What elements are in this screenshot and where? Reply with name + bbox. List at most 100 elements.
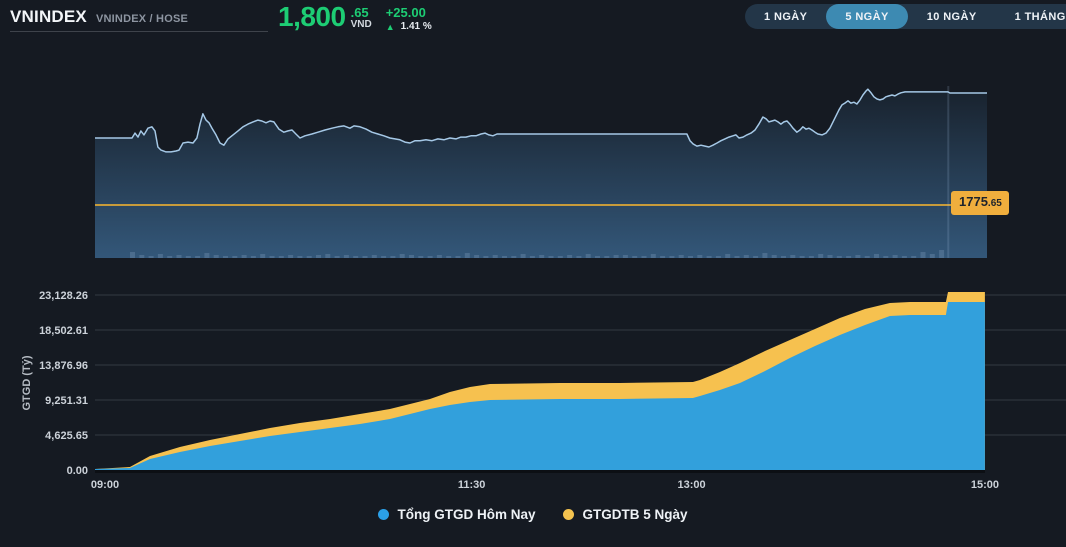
blue-dot-icon — [378, 509, 390, 520]
volume-tick-bar — [269, 256, 275, 258]
volume-tick-bar — [846, 256, 852, 258]
volume-tick-bar — [167, 256, 173, 258]
y-tick-label: 4,625.65 — [45, 430, 88, 442]
volume-tick-bar — [678, 255, 684, 258]
reference-price-int: 1775 — [959, 194, 988, 209]
volume-tick-bar — [502, 256, 507, 258]
volume-tick-bar — [622, 255, 628, 258]
volume-tick-bar — [548, 256, 554, 258]
volume-tick-bar — [306, 256, 312, 258]
volume-tick-bar — [901, 256, 907, 258]
volume-tick-bar — [669, 256, 675, 258]
volume-tick-bar — [148, 256, 154, 258]
volume-tick-bar — [911, 256, 917, 258]
instrument-title-block: VNINDEX VNINDEX / HOSE — [10, 7, 188, 27]
volume-tick-bar — [241, 255, 247, 258]
volume-tick-bar — [343, 255, 349, 258]
volume-tick-bar — [883, 256, 889, 258]
y-tick-label: 9,251.31 — [45, 395, 88, 407]
volume-tick-bar — [157, 254, 163, 258]
volume-tick-bar — [697, 255, 703, 258]
volume-tick-bar — [288, 255, 294, 258]
volume-tick-bar — [436, 255, 442, 258]
volume-tick-bar — [446, 256, 452, 258]
volume-tick-bar — [353, 256, 359, 258]
volume-tick-bar — [790, 255, 796, 258]
reference-price-label: 1775.65 — [951, 191, 1009, 215]
volume-tick-bar — [762, 253, 768, 258]
volume-tick-bar — [278, 256, 284, 258]
volume-tick-bar — [753, 256, 759, 258]
volume-tick-bar — [715, 256, 721, 258]
volume-tick-bar — [334, 256, 340, 258]
instrument-subtitle: VNINDEX / HOSE — [95, 13, 189, 25]
volume-tick-bar — [427, 256, 433, 258]
volume-tick-bar — [371, 255, 377, 258]
y-tick-label: 0.00 — [67, 465, 88, 477]
price-chart[interactable] — [0, 46, 1066, 276]
vnindex-chart-page: { "header": { "symbol": "VNINDEX", "exch… — [0, 0, 1066, 547]
volume-tick-bar — [734, 256, 740, 258]
range-button-5-day[interactable]: 5 NGÀY — [826, 4, 908, 29]
x-tick-label: 11:30 — [458, 479, 486, 491]
volume-tick-bar — [325, 254, 331, 258]
volume-tick-bar — [213, 255, 219, 258]
price-change-percent: 1.41 % — [400, 21, 432, 32]
volume-tick-bar — [204, 253, 210, 258]
y-tick-label: 23,128.26 — [39, 290, 88, 302]
volume-tick-bar — [706, 256, 712, 258]
volume-tick-bar — [771, 255, 777, 258]
y-axis-title: GTGD (Tỷ) — [21, 355, 33, 410]
volume-tick-bar — [316, 255, 321, 258]
volume-tick-bar — [529, 256, 535, 258]
volume-tick-bar — [725, 254, 731, 258]
legend-label: GTGDTB 5 Ngày — [582, 507, 688, 522]
volume-tick-bar — [176, 255, 182, 258]
currency-label: VND — [350, 19, 372, 30]
volume-tick-bar — [808, 256, 814, 258]
legend-item-total-gtgd[interactable]: Tổng GTGD Hôm Nay — [378, 507, 535, 522]
last-price: 1,800 — [278, 1, 346, 32]
volume-tick-bar — [260, 254, 266, 258]
change-percent-row: ▲ 1.41 % — [386, 21, 432, 33]
change-column: +25.00 ▲ 1.41 % — [386, 6, 432, 33]
volume-tick-bar — [688, 256, 693, 258]
volume-tick-bar — [399, 254, 405, 258]
time-range-button-group: 1 NGÀY 5 NGÀY 10 NGÀY 1 THÁNG — [745, 4, 1066, 29]
volume-tick-bar — [223, 256, 228, 258]
volume-tick-bar — [492, 255, 498, 258]
range-button-1-day[interactable]: 1 NGÀY — [745, 4, 826, 29]
volume-tick-bar — [650, 254, 656, 258]
range-button-10-day[interactable]: 10 NGÀY — [908, 4, 996, 29]
price-fraction-column: .65 VND — [351, 6, 372, 33]
volume-tick-bar — [464, 253, 470, 258]
volume-tick-bar — [743, 255, 749, 258]
volume-tick-bar — [520, 254, 526, 258]
volume-tick-bar — [418, 256, 424, 258]
volume-tick-bar — [483, 256, 489, 258]
legend-item-gtgdtb-5d[interactable]: GTGDTB 5 Ngày — [563, 507, 688, 522]
volume-tick-bar — [660, 256, 666, 258]
last-price-fraction: .65 — [350, 5, 369, 20]
range-button-1-month[interactable]: 1 THÁNG — [996, 4, 1066, 29]
volume-tick-bar — [604, 256, 610, 258]
volume-tick-bar — [409, 255, 414, 258]
volume-tick-bar — [362, 256, 368, 258]
volume-tick-bar — [511, 256, 517, 258]
volume-tick-bar — [836, 256, 842, 258]
volume-tick-bar — [799, 256, 805, 258]
legend-label: Tổng GTGD Hôm Nay — [397, 507, 536, 522]
volume-tick-bar — [929, 254, 935, 258]
volume-tick-bar — [297, 256, 303, 258]
volume-tick-bar — [920, 252, 926, 258]
volume-tick-bar — [632, 256, 638, 258]
price-area-fill — [95, 89, 987, 258]
volume-tick-bar — [827, 255, 833, 258]
volume-tick-bar — [855, 255, 861, 258]
yellow-dot-icon — [563, 509, 575, 520]
volume-tick-bar — [818, 254, 824, 258]
volume-tick-bar — [474, 255, 480, 258]
volume-tick-bar — [390, 256, 396, 258]
chart-legend: Tổng GTGD Hôm Nay GTGDTB 5 Ngày — [0, 507, 1066, 522]
header: VNINDEX VNINDEX / HOSE 1,800 .65 VND +25… — [0, 0, 1066, 46]
